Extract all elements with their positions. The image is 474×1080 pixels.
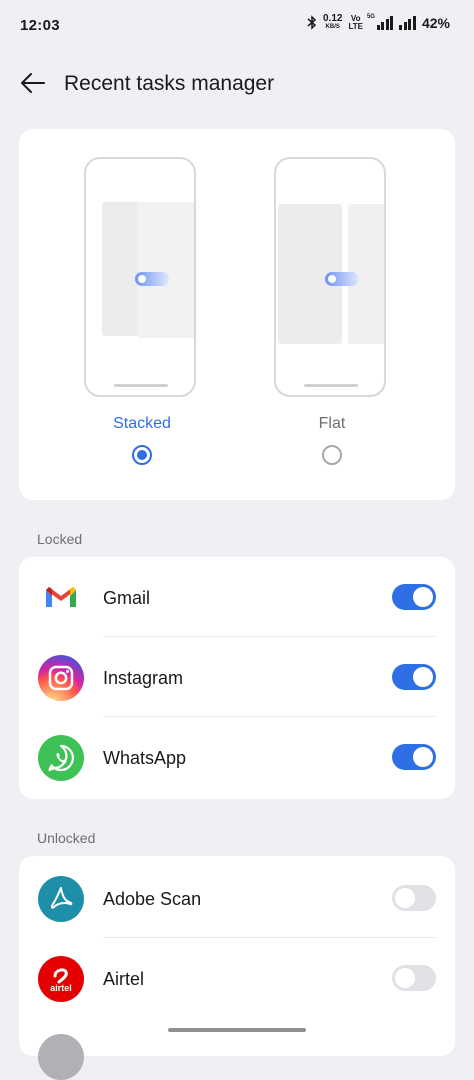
airtel-wordmark: airtel: [50, 983, 72, 993]
status-bar: 12:03 0.12 KB/S Vo LTE 5G 42%: [0, 0, 474, 52]
layout-option-flat[interactable]: Flat: [274, 157, 390, 465]
app-header: Recent tasks manager: [0, 60, 474, 108]
home-indicator[interactable]: [168, 1028, 306, 1032]
app-row-gmail[interactable]: Gmail: [19, 557, 455, 637]
adobe-scan-lock-toggle[interactable]: [392, 885, 436, 911]
stacked-radio[interactable]: [132, 445, 152, 465]
locked-apps-card: Gmail Instagram WhatsApp: [19, 557, 455, 799]
app-row-partial: [38, 1034, 84, 1080]
flat-label: Flat: [318, 415, 346, 432]
whatsapp-lock-toggle[interactable]: [392, 744, 436, 770]
layout-option-stacked[interactable]: Stacked: [84, 157, 200, 465]
signal-bars-icon: [376, 15, 394, 30]
signal-sim2-icon: [399, 15, 416, 30]
app-row-airtel[interactable]: airtel Airtel: [19, 938, 455, 1018]
layout-style-card: Stacked Flat: [19, 129, 455, 500]
adobe-scan-icon: [38, 876, 84, 922]
unlocked-section-label: Unlocked: [37, 830, 96, 846]
net-speed: 0.12 KB/S: [322, 13, 343, 31]
app-name: Instagram: [103, 668, 184, 688]
signal-sim1: 5G: [367, 14, 394, 30]
app-row-instagram[interactable]: Instagram: [19, 637, 455, 717]
flat-preview-illustration: [274, 157, 386, 397]
flat-radio[interactable]: [322, 445, 342, 465]
instagram-icon: [38, 655, 84, 701]
gmail-lock-toggle[interactable]: [392, 584, 436, 610]
app-row-whatsapp[interactable]: WhatsApp: [19, 717, 455, 797]
gmail-icon: [38, 575, 84, 621]
status-icons: 0.12 KB/S Vo LTE 5G 42%: [307, 14, 450, 31]
app-name: Adobe Scan: [103, 889, 202, 909]
app-row-adobe-scan[interactable]: Adobe Scan: [19, 858, 455, 938]
back-arrow-icon[interactable]: [18, 68, 48, 98]
stacked-preview-illustration: [84, 157, 196, 397]
app-name: Gmail: [103, 588, 151, 608]
app-name: WhatsApp: [103, 748, 187, 768]
instagram-lock-toggle[interactable]: [392, 664, 436, 690]
volte-indicator: Vo LTE: [348, 13, 363, 31]
unlocked-apps-card: Adobe Scan airtel Airtel: [19, 856, 455, 1080]
stacked-label: Stacked: [113, 415, 171, 432]
airtel-lock-toggle[interactable]: [392, 965, 436, 991]
app-name: Airtel: [103, 969, 145, 989]
bluetooth-icon: [307, 15, 317, 30]
status-time: 12:03: [20, 17, 60, 34]
page-title: Recent tasks manager: [64, 72, 275, 95]
airtel-icon: airtel: [38, 956, 84, 1002]
battery-percent: 42%: [421, 14, 450, 31]
whatsapp-icon: [38, 735, 84, 781]
locked-section-label: Locked: [37, 531, 83, 547]
